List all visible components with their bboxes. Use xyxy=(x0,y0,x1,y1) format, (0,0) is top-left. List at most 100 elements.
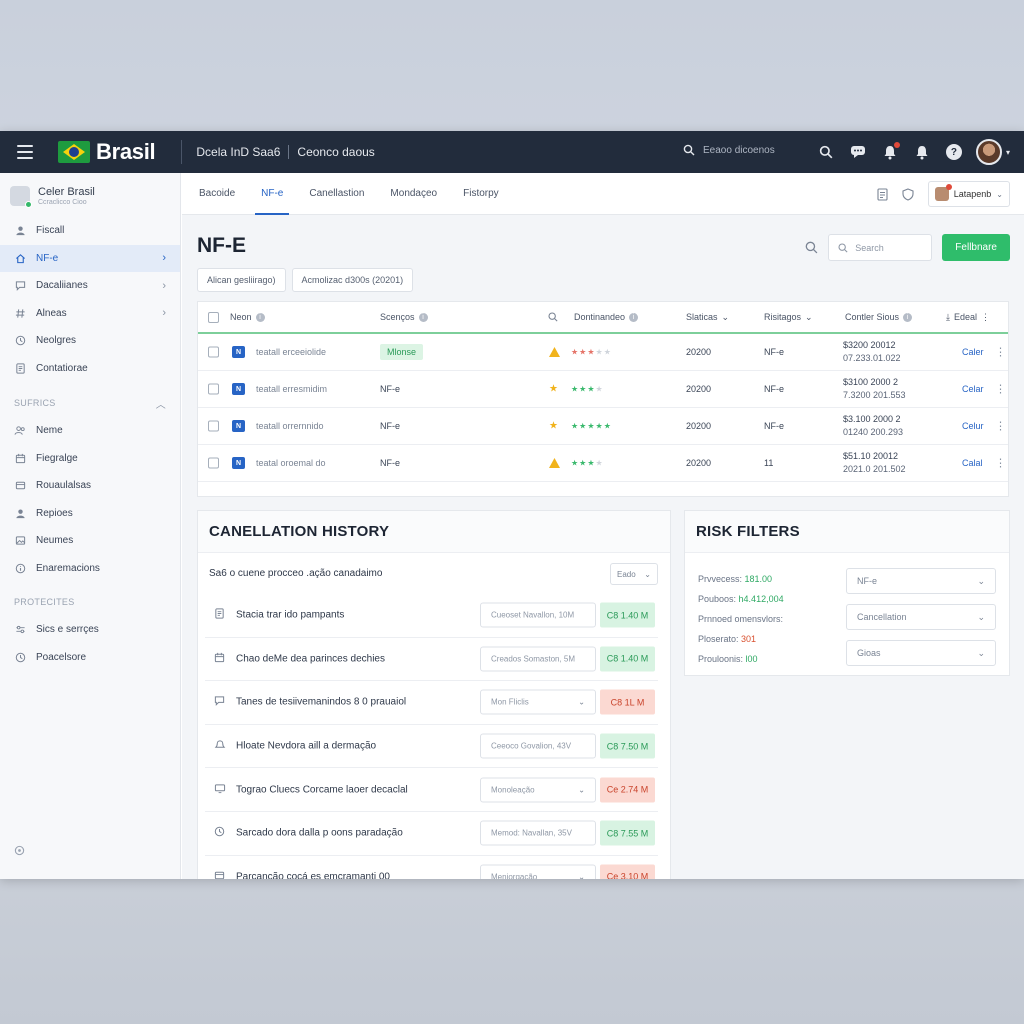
more-options-icon[interactable]: ⋮ xyxy=(995,383,1006,396)
more-options-icon[interactable]: ⋮ xyxy=(995,346,1006,359)
document-icon[interactable] xyxy=(877,187,888,201)
search-icon xyxy=(683,144,695,156)
search-icon[interactable] xyxy=(548,312,558,322)
nfe-table: Neon i Scenços i Dontinandeo i Slaticas ⌄ Ri… xyxy=(197,301,1009,497)
tab[interactable]: Fistorpy xyxy=(463,173,499,215)
sidebar-item[interactable]: Sics e serrçes xyxy=(0,616,180,644)
row-action-link[interactable]: Calal xyxy=(962,458,983,468)
chevron-right-icon: › xyxy=(162,252,166,265)
history-amount-badge: C8 7.55 M xyxy=(600,820,655,846)
risk-filter-select[interactable]: Cancellation ⌄ xyxy=(846,604,996,630)
user-avatar[interactable] xyxy=(975,139,1002,165)
row-checkbox[interactable] xyxy=(208,383,219,395)
search-icon[interactable] xyxy=(816,142,836,162)
sidebar-item[interactable]: Neolgres xyxy=(0,327,180,355)
clock-icon xyxy=(14,651,26,663)
history-input[interactable]: Memod: Navallan, 35V xyxy=(480,820,596,846)
user-switcher[interactable]: Latapenb ⌄ xyxy=(927,181,1010,207)
table-row[interactable]: N teatall erceeiolide Mlonse ★★★★★ 20200… xyxy=(198,334,1008,371)
tab[interactable]: NF-e xyxy=(255,173,290,215)
tab[interactable]: Bacoide xyxy=(199,173,235,215)
history-input[interactable]: Cueoset Navallon, 10M xyxy=(480,602,596,628)
shield-icon[interactable] xyxy=(902,187,914,201)
history-amount-badge: C8 7.50 M xyxy=(600,733,655,759)
chat-icon[interactable] xyxy=(848,142,868,162)
calendar-icon xyxy=(14,452,26,464)
document-icon xyxy=(14,362,26,374)
nfe-doc-icon: N xyxy=(232,346,245,358)
more-options-icon[interactable]: ⋮ xyxy=(995,457,1006,470)
column-header[interactable]: Contler Sious i xyxy=(845,312,913,322)
row-name: teatall orrernnido xyxy=(256,421,324,431)
chevron-down-icon[interactable]: ▾ xyxy=(1006,148,1010,157)
sidebar-item[interactable]: Contatiorae xyxy=(0,355,180,383)
card-title: CANELLATION HISTORY xyxy=(209,523,390,540)
top-search-placeholder: Eeaoo dicoenos xyxy=(703,144,775,156)
column-header[interactable]: Scenços i xyxy=(380,312,428,322)
row-type: 11 xyxy=(764,458,774,468)
search-icon xyxy=(838,242,848,253)
history-dropdown[interactable]: Monoleação ⌄ xyxy=(480,777,596,803)
sidebar-item[interactable]: Repioes xyxy=(0,500,180,528)
history-input[interactable]: Ceeoco Govalion, 43V xyxy=(480,733,596,759)
chevron-up-icon[interactable]: ︿ xyxy=(156,396,166,411)
sidebar-item[interactable]: Alneas › xyxy=(0,300,180,328)
sidebar-item[interactable]: Fiegralge xyxy=(0,445,180,473)
sidebar-item[interactable]: Neumes xyxy=(0,527,180,555)
card-icon xyxy=(14,480,26,492)
row-checkbox[interactable] xyxy=(208,346,219,358)
sidebar-item[interactable]: Neme xyxy=(0,417,180,445)
menu-icon[interactable] xyxy=(17,145,33,159)
history-filter-select[interactable]: Eado ⌄ xyxy=(610,563,658,585)
column-header[interactable]: Risitagos ⌄ xyxy=(764,312,813,323)
filter-chip[interactable]: Alican gesliirago) xyxy=(197,268,286,292)
table-row[interactable]: N teatal oroemal do NF-e ★★★★ 20200 11 $… xyxy=(198,445,1008,482)
history-dropdown[interactable]: Meniorgação ⌄ xyxy=(480,864,596,879)
sidebar-item[interactable]: Enaremacions xyxy=(0,555,180,583)
history-dropdown[interactable]: Mon Fliclis ⌄ xyxy=(480,689,596,715)
tab-list: Bacoide NF-e Canellastion Mondaçeo Fistorpy xyxy=(199,173,525,215)
table-row[interactable]: N teatall erresmidim NF-e ★ ★★★★ 20200 N… xyxy=(198,371,1008,408)
row-action-link[interactable]: Caler xyxy=(962,347,984,357)
sidebar-item[interactable]: Poacelsore xyxy=(0,644,180,672)
sidebar-item[interactable]: NF-e › xyxy=(0,244,180,272)
help-icon[interactable]: ? xyxy=(944,142,964,162)
search-input[interactable]: Search xyxy=(828,234,933,261)
row-checkbox[interactable] xyxy=(208,457,219,469)
tab[interactable]: Canellastion xyxy=(309,173,364,215)
column-header[interactable]: ⤓ Edeal ⋮ xyxy=(946,312,990,323)
sidebar-item[interactable]: Dacaliianes › xyxy=(0,272,180,300)
sidebar-section-label: SUFRICS xyxy=(14,398,56,408)
column-header[interactable]: Dontinandeo i xyxy=(574,312,639,322)
page-actions: Search Fellbnare xyxy=(805,234,1010,261)
sidebar: Celer Brasil Ccraclicco Cioo Fiscall NF-… xyxy=(0,173,181,879)
history-input[interactable]: Creados Somaston, 5M xyxy=(480,646,596,672)
risk-filter-select[interactable]: NF-e ⌄ xyxy=(846,568,996,594)
column-header[interactable]: Slaticas ⌄ xyxy=(686,312,729,323)
settings-icon[interactable] xyxy=(14,843,25,861)
bell-icon[interactable] xyxy=(912,142,932,162)
select-all-checkbox[interactable] xyxy=(208,311,219,323)
history-amount-badge: C8 1.40 M xyxy=(600,602,655,628)
sidebar-section-header[interactable]: SUFRICS ︿ xyxy=(0,389,180,417)
row-action-link[interactable]: Celur xyxy=(962,421,984,431)
table-row[interactable]: N teatall orrernnido NF-e ★ ★★★★★ 20200 … xyxy=(198,408,1008,445)
column-header[interactable]: Neon i xyxy=(230,312,265,322)
filter-chip[interactable]: Acmolizac d300s (20201) xyxy=(291,268,414,292)
more-options-icon[interactable]: ⋮ xyxy=(995,420,1006,433)
notification-bell-icon[interactable] xyxy=(880,142,900,162)
screen-icon xyxy=(214,783,226,797)
row-amount: $3200 20012 07.233.01.022 xyxy=(843,340,901,363)
top-search[interactable]: Eeaoo dicoenos xyxy=(683,144,775,156)
search-icon[interactable] xyxy=(805,241,818,254)
row-checkbox[interactable] xyxy=(208,420,219,432)
tab[interactable]: Mondaçeo xyxy=(390,173,437,215)
risk-filter-select[interactable]: Gioas ⌄ xyxy=(846,640,996,666)
risk-line: Prnnoed omensvlors: xyxy=(698,614,784,624)
row-action-link[interactable]: Celar xyxy=(962,384,984,394)
people-icon xyxy=(14,425,26,437)
primary-action-button[interactable]: Fellbnare xyxy=(942,234,1010,261)
sidebar-user[interactable]: Celer Brasil Ccraclicco Cioo xyxy=(0,173,180,208)
sidebar-item[interactable]: Rouaulalsas xyxy=(0,472,180,500)
sidebar-item[interactable]: Fiscall xyxy=(0,217,180,245)
